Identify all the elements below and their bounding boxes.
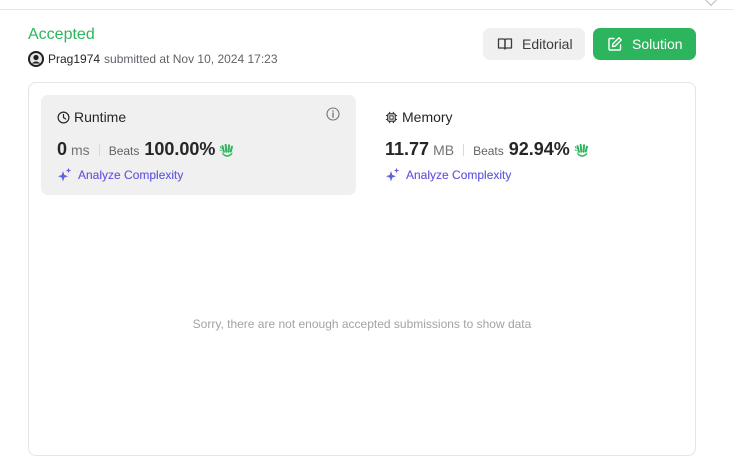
memory-values: 11.77 MB Beats 92.94%: [385, 139, 590, 160]
runtime-values: 0 ms Beats 100.00%: [57, 139, 235, 160]
top-divider: [0, 0, 734, 10]
user-avatar-icon: [30, 53, 42, 65]
editorial-button-label: Editorial: [522, 36, 573, 52]
empty-distribution-message: Sorry, there are not enough accepted sub…: [192, 317, 532, 331]
memory-panel[interactable]: Memory 11.77 MB Beats 92.94% Analyze Com…: [369, 95, 684, 195]
runtime-header: Runtime: [57, 109, 126, 125]
submission-stats-card: Runtime 0 ms Beats 100.00% Analyze Compl…: [28, 82, 696, 456]
clock-icon: [57, 111, 70, 123]
divider: [98, 143, 100, 156]
solution-button-label: Solution: [632, 36, 683, 52]
info-icon[interactable]: [326, 107, 340, 121]
memory-value: 11.77: [385, 139, 430, 159]
runtime-analyze-label: Analyze Complexity: [78, 167, 184, 182]
sparkle-icon: [58, 167, 72, 182]
divider: [463, 143, 465, 156]
memory-title: Memory: [402, 109, 453, 125]
username-link[interactable]: Prag1974: [48, 52, 100, 66]
sparkle-icon: [386, 167, 400, 182]
book-open-icon: [497, 38, 513, 50]
submission-status: Accepted: [28, 26, 95, 43]
runtime-beats-value: 100.00%: [144, 139, 216, 159]
runtime-panel[interactable]: Runtime 0 ms Beats 100.00% Analyze Compl…: [41, 95, 356, 195]
submission-info: Prag1974 submitted at Nov 10, 2024 17:23: [28, 51, 278, 67]
memory-analyze-label: Analyze Complexity: [406, 167, 512, 182]
waving-hand-icon: [219, 143, 234, 157]
memory-unit: MB: [433, 142, 455, 158]
chip-icon: [385, 111, 398, 123]
runtime-analyze-complexity-link[interactable]: Analyze Complexity: [57, 167, 183, 182]
waving-hand-icon: [574, 143, 588, 157]
memory-header: Memory: [385, 109, 453, 125]
runtime-unit: ms: [71, 142, 90, 158]
submitted-timestamp: submitted at Nov 10, 2024 17:23: [104, 52, 278, 66]
corner-chevron-icon: [703, 0, 719, 7]
memory-beats-value: 92.94%: [508, 139, 570, 159]
memory-beats-label: Beats: [473, 144, 504, 158]
edit-square-icon: [608, 37, 622, 51]
runtime-beats-label: Beats: [108, 144, 140, 158]
runtime-title: Runtime: [74, 109, 127, 125]
runtime-value: 0: [57, 139, 68, 159]
memory-analyze-complexity-link[interactable]: Analyze Complexity: [385, 167, 511, 182]
avatar[interactable]: [28, 51, 44, 67]
editorial-button[interactable]: Editorial: [483, 28, 585, 60]
solution-button[interactable]: Solution: [593, 28, 696, 60]
